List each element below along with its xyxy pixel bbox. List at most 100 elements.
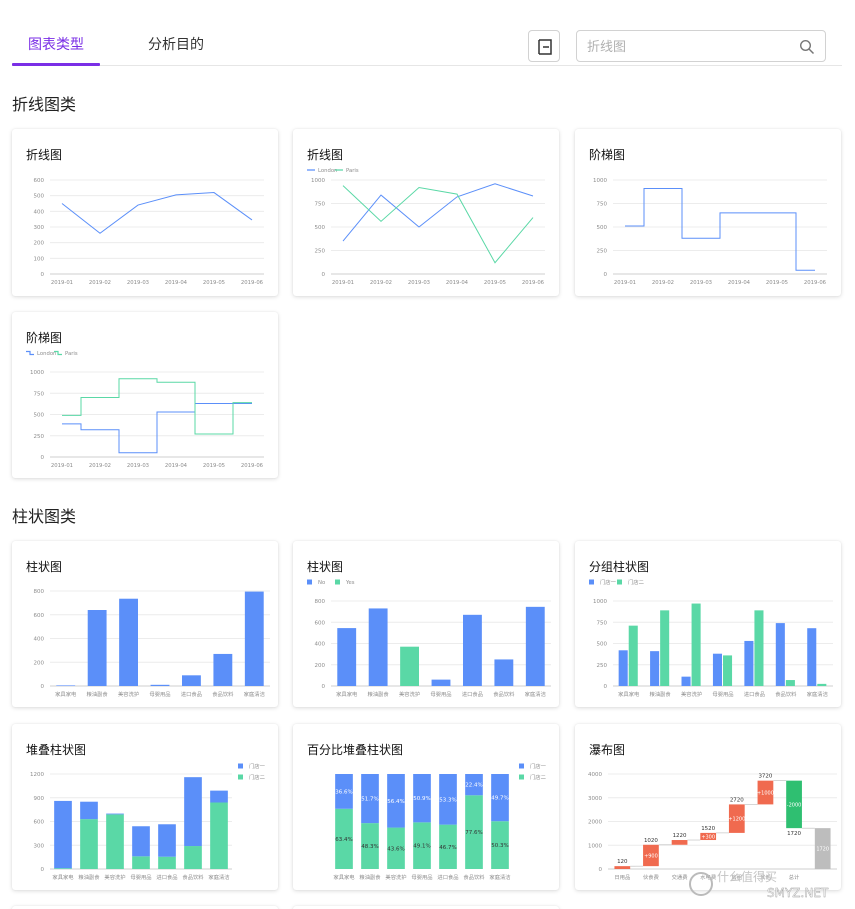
- y-tick-label: 250: [34, 434, 45, 440]
- bar: [182, 675, 201, 686]
- x-tick-label: 2019-04: [165, 463, 188, 469]
- bar-segment: [210, 802, 228, 869]
- bar: [400, 646, 419, 686]
- data-label: 77.6%: [465, 830, 482, 836]
- chart-card-bar[interactable]: 柱状图 0 200 400 600 800 家具家电 粮油副食 美容洗护 母婴用品 进口食品 食品饮…: [12, 541, 278, 707]
- tab-analysis-purpose[interactable]: 分析目的: [148, 34, 204, 54]
- bar: [723, 655, 733, 686]
- y-tick-label: 250: [597, 249, 608, 255]
- chart-card-line[interactable]: 折线图 0 100 200 300 400 500 600 2019-01 2019-02 201…: [12, 129, 278, 296]
- chart-card-multi-step[interactable]: 阶梯图 0 250 500 750 1000 2019-01 2019-02 2019-03 2…: [12, 312, 278, 478]
- bar: [785, 680, 795, 686]
- y-tick-label: 600: [34, 820, 45, 826]
- x-tick-label: 进口食品: [181, 690, 202, 698]
- delta-label: +1200: [728, 817, 745, 823]
- bar-segment: [184, 846, 202, 869]
- y-tick-label: 0: [322, 684, 326, 690]
- section-title-bar: 柱状图类: [12, 507, 77, 526]
- y-tick-label: 0: [599, 867, 603, 873]
- x-tick-label: 食品饮料: [463, 873, 485, 881]
- bar: [650, 651, 660, 686]
- search-input[interactable]: [587, 37, 787, 57]
- waterfall-bar: [614, 866, 631, 869]
- percent-stacked-bar-chart-preview: 63.4% 48.3% 43.6% 49.1% 46.7% 77.6% 50.3% 36.6%…: [333, 762, 546, 881]
- x-tick-label: 2019-01: [614, 280, 636, 286]
- bar: [87, 610, 107, 686]
- x-tick-label: 2019-02: [89, 463, 111, 469]
- legend-marker: [26, 350, 34, 356]
- legend-label: Yes: [345, 580, 355, 586]
- delta-label: -2000: [787, 802, 802, 808]
- legend-marker: [238, 774, 243, 780]
- x-tick-label: 粮油副食: [87, 690, 109, 698]
- data-label: 1720: [787, 831, 801, 837]
- x-tick-label: 2019-01: [332, 280, 354, 286]
- x-tick-label: 粮油副食: [78, 873, 100, 881]
- bar: [817, 683, 827, 686]
- y-tick-label: 600: [34, 178, 45, 184]
- x-tick-label: 家庭清洁: [525, 690, 546, 698]
- legend-marker: [335, 579, 340, 585]
- bar: [494, 659, 514, 686]
- x-tick-label: 母婴用品: [430, 691, 451, 698]
- collapse-panel-button[interactable]: [528, 30, 560, 62]
- x-tick-label: 美容洗护: [399, 690, 420, 698]
- bar-segment: [158, 824, 176, 857]
- x-tick-label: 2019-04: [446, 280, 469, 286]
- bar-segment: [184, 777, 202, 847]
- y-tick-label: 0: [41, 684, 45, 690]
- bar: [775, 623, 785, 686]
- bar: [618, 650, 628, 686]
- chart-card-stacked-bar[interactable]: 堆叠柱状图 0 300 600 900 1200 家具家电 粮油副食 美容洗护 母婴用品 进口食品…: [12, 724, 278, 890]
- x-tick-label: 2019-03: [127, 463, 149, 469]
- tab-chart-type[interactable]: 图表类型: [28, 34, 84, 54]
- x-tick-label: 2019-06: [241, 280, 264, 286]
- y-tick-label: 500: [34, 413, 45, 419]
- y-tick-label: 750: [315, 202, 326, 208]
- bar: [244, 591, 264, 686]
- x-tick-label: 家庭清洁: [489, 873, 510, 881]
- legend-label: 门店一: [600, 578, 617, 586]
- chart-card-multi-line[interactable]: 折线图 0 250 500 750 1000 2019-01 2019-02 2019-03 2…: [293, 129, 559, 296]
- legend-label: 门店二: [249, 773, 265, 781]
- data-label: 53.3%: [439, 797, 456, 803]
- search-icon[interactable]: [799, 39, 815, 55]
- chart-card-waterfall[interactable]: 瀑布图 0 1000 2000 3000 4000 120 1020 +900 1220 1520…: [575, 724, 841, 890]
- bar-segment: [106, 813, 124, 815]
- active-tab-indicator: [12, 63, 100, 66]
- y-tick-label: 500: [597, 642, 608, 648]
- chart-card-percent-stacked-bar[interactable]: 百分比堆叠柱状图 63.4% 48.3% 43.6% 49.1% 46.7% 77.6% 5…: [293, 724, 559, 890]
- bar-segment: [158, 856, 176, 869]
- y-tick-label: 0: [41, 455, 45, 461]
- y-tick-label: 0: [604, 684, 608, 690]
- x-tick-label: 家庭清洁: [208, 873, 229, 881]
- bar: [431, 679, 451, 686]
- x-tick-label: 母婴用品: [130, 874, 151, 881]
- chart-card-step[interactable]: 阶梯图 0 250 500 750 1000 2019-01 2019-02 2019-03 2…: [575, 129, 841, 296]
- y-tick-label: 500: [597, 225, 608, 231]
- y-tick-label: 0: [604, 272, 608, 278]
- legend-label: Paris: [346, 168, 359, 174]
- x-tick-label: 美容洗护: [681, 690, 702, 698]
- data-label: 1520: [701, 826, 715, 832]
- legend-label: London: [37, 351, 56, 357]
- bar: [712, 653, 722, 686]
- x-tick-label: 伙食费: [643, 873, 659, 881]
- y-tick-label: 500: [315, 225, 326, 231]
- chart-card-bar-colored[interactable]: 柱状图 0 200 400 600 800 家具家电 粮油副食 美容洗护 母婴用品 进口食品 食品饮…: [293, 541, 559, 707]
- bar: [368, 608, 388, 686]
- legend-marker: [519, 763, 524, 769]
- legend-marker: [238, 763, 243, 769]
- bar: [691, 603, 701, 686]
- bar: [754, 610, 764, 686]
- data-label: 49.1%: [413, 844, 430, 850]
- x-tick-label: 粮油副食: [650, 690, 672, 698]
- series-line: [62, 402, 252, 454]
- site-watermark: 什么值得买 SMYZ.NET: [689, 869, 829, 900]
- y-tick-label: 800: [315, 599, 326, 605]
- y-tick-label: 800: [34, 589, 45, 595]
- y-tick-label: 4000: [588, 772, 602, 778]
- bar: [213, 653, 233, 686]
- chart-card-grouped-bar[interactable]: 分组柱状图 0 250 500 750 1000 家具家电 粮油副食 美容洗护 母婴用品 进口食品…: [575, 541, 841, 707]
- x-tick-label: 2019-06: [241, 463, 264, 469]
